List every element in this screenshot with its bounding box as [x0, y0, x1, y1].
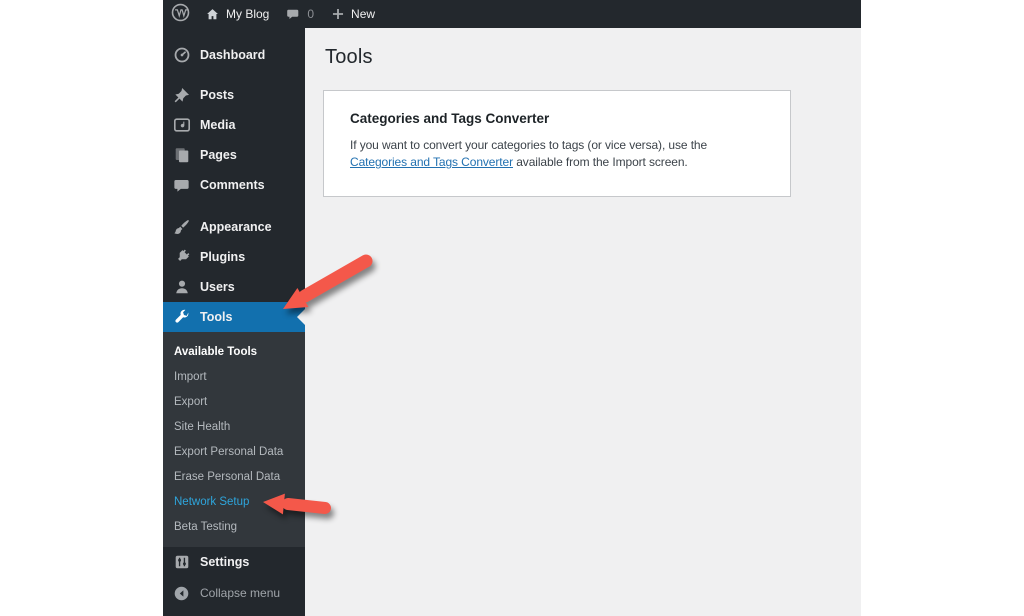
collapse-menu-label: Collapse menu: [200, 586, 281, 600]
pin-icon: [172, 86, 191, 105]
card-text-before-link: If you want to convert your categories t…: [350, 138, 708, 152]
submenu-item-label: Export Personal Data: [174, 445, 284, 458]
pages-icon: [172, 146, 191, 165]
comment-count: 0: [307, 7, 315, 21]
site-name-label: My Blog: [226, 7, 270, 21]
card-text-after-link: available from the Import screen.: [512, 155, 688, 170]
main-content: Tools Categories and Tags Converter If y…: [305, 28, 861, 616]
submenu-item-label: Export: [174, 395, 208, 408]
site-name-link[interactable]: My Blog: [205, 0, 269, 28]
sidebar-item-label: Dashboard: [200, 48, 266, 62]
sidebar-item-label: Pages: [200, 148, 237, 162]
sidebar-item-appearance[interactable]: Appearance: [163, 212, 305, 242]
submenu-item-label: Network Setup: [174, 495, 250, 508]
sidebar-item-media[interactable]: Media: [163, 110, 305, 140]
sidebar-item-plugins[interactable]: Plugins: [163, 242, 305, 272]
comment-bubble-icon: [286, 7, 301, 22]
tools-submenu: Available Tools Import Export Site Healt…: [163, 332, 305, 547]
sidebar-item-label: Plugins: [200, 250, 246, 264]
sidebar-item-settings[interactable]: Settings: [163, 547, 305, 577]
submenu-item-export-personal-data[interactable]: Export Personal Data: [163, 439, 305, 464]
collapse-menu-button[interactable]: Collapse menu: [163, 578, 305, 608]
submenu-item-label: Erase Personal Data: [174, 470, 281, 483]
sidebar-item-dashboard[interactable]: Dashboard: [163, 40, 305, 70]
sidebar-item-label: Appearance: [200, 220, 272, 234]
submenu-item-label: Available Tools: [174, 345, 258, 358]
wordpress-logo-button[interactable]: [171, 0, 190, 28]
collapse-arrow-icon: [172, 584, 191, 603]
submenu-item-site-health[interactable]: Site Health: [163, 414, 305, 439]
submenu-item-export[interactable]: Export: [163, 389, 305, 414]
home-icon: [205, 7, 220, 22]
sliders-icon: [172, 553, 191, 572]
submenu-item-available-tools[interactable]: Available Tools: [163, 339, 305, 364]
card-title: Categories and Tags Converter: [350, 111, 550, 126]
new-content-button[interactable]: New: [331, 0, 375, 28]
submenu-item-import[interactable]: Import: [163, 364, 305, 389]
submenu-item-label: Site Health: [174, 420, 231, 433]
brush-icon: [172, 218, 191, 237]
submenu-item-label: Import: [174, 370, 207, 383]
sidebar-item-label: Tools: [200, 310, 233, 324]
plus-icon: [331, 7, 345, 21]
admin-bar: My Blog 0 New: [163, 0, 861, 28]
sidebar-item-comments[interactable]: Comments: [163, 170, 305, 200]
user-icon: [172, 278, 191, 297]
wordpress-logo-icon: [171, 3, 190, 25]
categories-tags-converter-card: Categories and Tags Converter If you wan…: [323, 90, 791, 197]
page-title: Tools: [325, 46, 373, 68]
submenu-item-label: Beta Testing: [174, 520, 238, 533]
sidebar-item-tools[interactable]: Tools: [163, 302, 305, 332]
dashboard-icon: [172, 46, 191, 65]
submenu-item-beta-testing[interactable]: Beta Testing: [163, 514, 305, 539]
comments-shortcut[interactable]: 0: [286, 0, 314, 28]
sidebar-item-users[interactable]: Users: [163, 272, 305, 302]
admin-sidebar: Dashboard Posts Media Pages Comments App…: [163, 28, 305, 616]
sidebar-item-label: Settings: [200, 555, 250, 569]
categories-tags-converter-link[interactable]: Categories and Tags Converter: [350, 155, 513, 169]
sidebar-item-pages[interactable]: Pages: [163, 140, 305, 170]
comment-bubble-icon: [172, 176, 191, 195]
new-label: New: [351, 7, 376, 21]
sidebar-item-label: Posts: [200, 88, 235, 102]
card-description: If you want to convert your categories t…: [350, 137, 764, 172]
sidebar-item-label: Comments: [200, 178, 265, 192]
plug-icon: [172, 248, 191, 267]
sidebar-item-posts[interactable]: Posts: [163, 80, 305, 110]
submenu-item-network-setup[interactable]: Network Setup: [163, 489, 305, 514]
sidebar-item-label: Users: [200, 280, 235, 294]
submenu-item-erase-personal-data[interactable]: Erase Personal Data: [163, 464, 305, 489]
wrench-icon: [172, 308, 191, 327]
media-icon: [172, 116, 191, 135]
sidebar-item-label: Media: [200, 118, 236, 132]
wordpress-admin-window: My Blog 0 New Dashboard Posts Media Page…: [163, 0, 861, 616]
